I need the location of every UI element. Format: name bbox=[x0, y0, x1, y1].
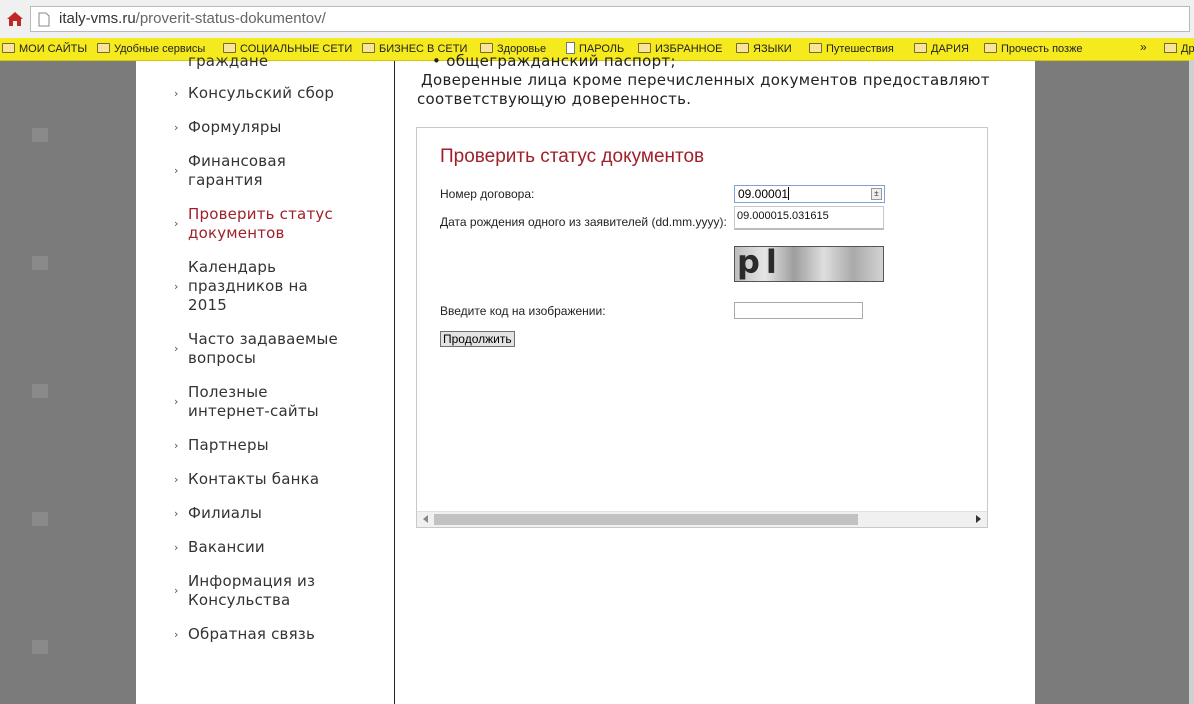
window-edge bbox=[1189, 60, 1194, 704]
sidebar-item-holidays[interactable]: › Календарь праздников на 2015 bbox=[174, 258, 318, 315]
captcha-label: Введите код на изображении: bbox=[440, 304, 606, 318]
chevron-right-icon: › bbox=[174, 628, 179, 641]
sidebar-item-faq[interactable]: › Часто задаваемые вопросы bbox=[174, 330, 348, 368]
chevron-right-icon: › bbox=[174, 507, 179, 520]
paragraph-line: Доверенные лица кроме перечисленных доку… bbox=[421, 71, 990, 89]
form-title: Проверить статус документов bbox=[440, 146, 705, 167]
chevron-right-icon: › bbox=[174, 342, 179, 355]
home-icon[interactable] bbox=[6, 10, 24, 28]
scroll-left-icon[interactable] bbox=[423, 515, 428, 523]
folder-icon bbox=[914, 43, 927, 53]
sidebar-item-forms[interactable]: › Формуляры bbox=[174, 118, 388, 137]
chevron-right-icon: › bbox=[174, 121, 179, 134]
bookmarks-more-button[interactable]: » bbox=[1140, 40, 1147, 54]
url-text: italy-vms.ru/proverit-status-dokumentov/ bbox=[59, 10, 326, 27]
autocomplete-suggestion[interactable]: 09.000015.031615 bbox=[734, 206, 884, 230]
captcha-input[interactable] bbox=[734, 302, 863, 319]
contract-number-input[interactable]: 09.00001 ± bbox=[734, 185, 885, 203]
chevron-right-icon: › bbox=[174, 395, 179, 408]
paragraph-line: соответствующую доверенность. bbox=[417, 90, 692, 108]
sidebar-item-consular-fee[interactable]: › Консульский сбор bbox=[174, 84, 388, 103]
sidebar-item-bank-contacts[interactable]: › Контакты банка bbox=[174, 470, 388, 489]
folder-icon bbox=[984, 43, 997, 53]
sidebar-item-consulate-info[interactable]: › Информация из Консульства bbox=[174, 572, 328, 610]
other-bookmarks[interactable]: Др bbox=[1164, 41, 1194, 57]
background-square bbox=[32, 512, 48, 526]
sidebar-item-partners[interactable]: › Партнеры bbox=[174, 436, 388, 455]
sidebar-nav: граждане › Консульский сбор › Формуляры › Ф… bbox=[136, 52, 395, 704]
bookmark-item[interactable]: ЯЗЫКИ bbox=[736, 41, 792, 57]
scrollbar-thumb[interactable] bbox=[434, 514, 858, 525]
contract-number-label: Номер договора: bbox=[440, 187, 535, 201]
url-field[interactable]: italy-vms.ru/proverit-status-dokumentov/ bbox=[30, 6, 1190, 32]
chevron-right-icon: › bbox=[174, 439, 179, 452]
bookmark-item[interactable]: Путешествия bbox=[809, 41, 894, 57]
sidebar-item-feedback[interactable]: › Обратная связь bbox=[174, 625, 388, 644]
background-square bbox=[32, 128, 48, 142]
horizontal-scrollbar[interactable] bbox=[417, 511, 987, 527]
chevron-right-icon: › bbox=[174, 473, 179, 486]
text-caret bbox=[788, 187, 790, 200]
address-bar: italy-vms.ru/proverit-status-dokumentov/ bbox=[0, 0, 1194, 39]
sidebar-item-financial-guarantee[interactable]: › Финансовая гарантия bbox=[174, 152, 308, 190]
chevron-right-icon: › bbox=[174, 164, 179, 177]
continue-button[interactable]: Продолжить bbox=[440, 331, 515, 347]
chevron-right-icon: › bbox=[174, 541, 179, 554]
captcha-image: pl j4vo bbox=[734, 246, 884, 282]
chevron-right-icon: › bbox=[174, 87, 179, 100]
background-square bbox=[32, 384, 48, 398]
background-square bbox=[32, 640, 48, 654]
page: граждане › Консульский сбор › Формуляры › Ф… bbox=[136, 52, 1035, 704]
folder-icon bbox=[2, 43, 15, 53]
chevron-right-icon: › bbox=[174, 280, 179, 293]
chevron-right-icon: › bbox=[174, 217, 179, 230]
folder-icon bbox=[97, 43, 110, 53]
sidebar-item-vacancies[interactable]: › Вакансии bbox=[174, 538, 388, 557]
scroll-right-icon[interactable] bbox=[976, 515, 981, 523]
partial-bullet-text: • общегражданский паспорт; bbox=[432, 52, 676, 70]
sidebar-item-partial[interactable]: граждане bbox=[188, 52, 388, 71]
status-check-frame: Проверить статус документов Номер догово… bbox=[416, 127, 988, 528]
birthdate-label: Дата рождения одного из заявителей (dd.m… bbox=[440, 215, 727, 229]
sidebar-item-useful-sites[interactable]: › Полезные интернет-сайты bbox=[174, 383, 328, 421]
background-square bbox=[32, 256, 48, 270]
autofill-icon[interactable]: ± bbox=[871, 188, 882, 200]
chevron-right-icon: › bbox=[174, 584, 179, 597]
folder-icon bbox=[736, 43, 749, 53]
sidebar-item-branches[interactable]: › Филиалы bbox=[174, 504, 388, 523]
page-icon bbox=[38, 12, 50, 27]
bookmark-item[interactable]: Прочесть позже bbox=[984, 41, 1083, 57]
bookmark-item[interactable]: ДАРИЯ bbox=[914, 41, 969, 57]
folder-icon bbox=[1164, 43, 1177, 53]
folder-icon bbox=[809, 43, 822, 53]
sidebar-item-check-status[interactable]: › Проверить статус документов bbox=[174, 205, 338, 243]
bookmark-item[interactable]: МОИ САЙТЫ bbox=[2, 41, 87, 57]
